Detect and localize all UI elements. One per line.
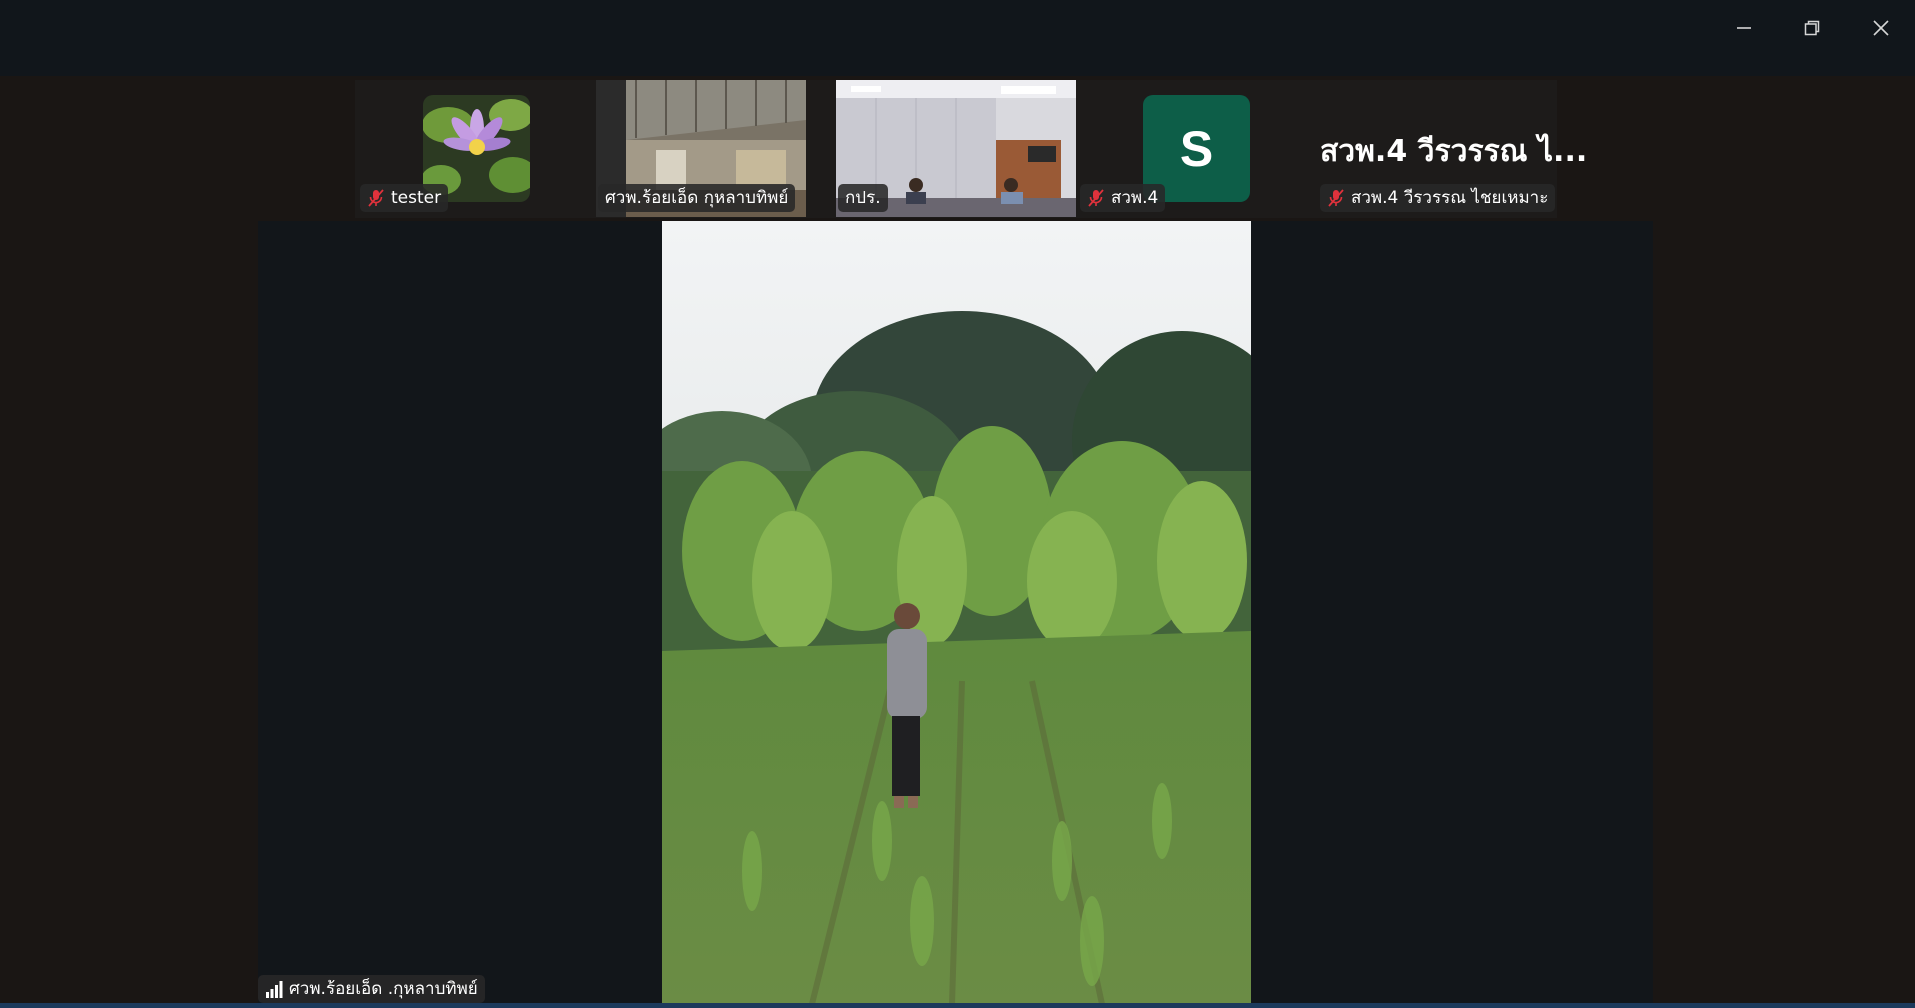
participant-name: สวพ.4	[1111, 188, 1159, 208]
participant-label-kpr: กปร.	[838, 184, 888, 212]
participant-label-swp4: สวพ.4	[1080, 184, 1166, 212]
participant-name: สวพ.4 วีรวรรณ ไชยเหมาะ	[1351, 188, 1549, 208]
bottom-edge	[0, 1003, 1915, 1008]
mic-muted-icon	[368, 189, 384, 207]
participant-label-weerawan: สวพ.4 วีรวรรณ ไชยเหมาะ	[1320, 184, 1556, 212]
mic-muted-icon	[1088, 189, 1104, 207]
participant-name: ศวพ.ร้อยเอ็ด กุหลาบทิพย์	[605, 188, 789, 208]
minimize-button[interactable]	[1720, 8, 1768, 48]
active-speaker-name: ศวพ.ร้อยเอ็ด .กุหลาบทิพย์	[289, 979, 478, 999]
close-button[interactable]	[1857, 8, 1905, 48]
participant-name: กปร.	[845, 188, 881, 208]
signal-strength-icon	[266, 981, 283, 998]
avatar-letter: S	[1179, 120, 1214, 177]
active-speaker-video[interactable]	[662, 221, 1251, 1004]
field-video-frame	[662, 221, 1251, 1004]
active-speaker-label: ศวพ.ร้อยเอ็ด .กุหลาบทิพย์	[258, 975, 485, 1003]
mic-muted-icon	[1328, 189, 1344, 207]
close-icon	[1873, 20, 1889, 36]
restore-icon	[1804, 20, 1820, 36]
restore-button[interactable]	[1788, 8, 1836, 48]
participant-name: tester	[391, 188, 442, 208]
participant-display-name[interactable]: สวพ.4 วีรวรรณ ไ...	[1320, 128, 1587, 175]
participant-label-roiet: ศวพ.ร้อยเอ็ด กุหลาบทิพย์	[598, 184, 796, 212]
participant-label-tester: tester	[360, 184, 449, 212]
minimize-icon	[1737, 27, 1751, 29]
title-bar	[0, 0, 1915, 76]
